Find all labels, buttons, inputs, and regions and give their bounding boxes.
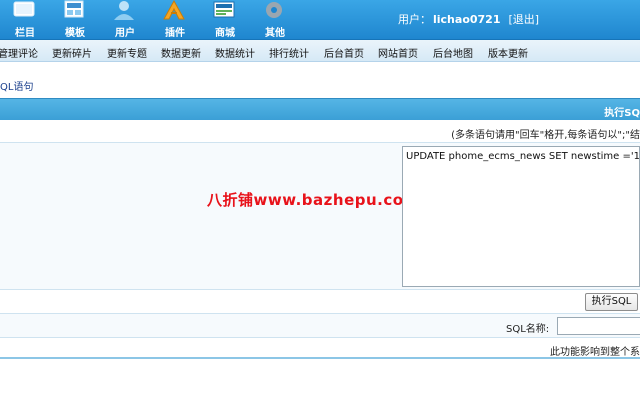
panel-title: 执行SQ <box>604 108 640 119</box>
subnav-item[interactable]: 更新专题 <box>107 45 147 60</box>
nav-shop-button[interactable]: 商城 <box>200 0 250 40</box>
sql-name-input[interactable] <box>557 317 640 335</box>
nav-label: 商城 <box>215 28 235 39</box>
sql-row: 八折铺www.bazhepu.com UPDATE phome_ecms_new… <box>0 143 640 290</box>
subnav-item[interactable]: 后台地图 <box>433 45 473 60</box>
panel-header: 执行SQ <box>0 98 640 120</box>
username: lichao0721 <box>433 13 501 26</box>
execute-sql-button[interactable]: 执行SQL <box>585 293 638 311</box>
sql-name-row: SQL名称: <box>0 314 640 338</box>
nav-label: 用户 <box>115 28 135 39</box>
folder-icon <box>13 1 35 17</box>
user-prefix: 用户： <box>398 13 431 26</box>
logout-link[interactable]: [退出] <box>509 13 540 26</box>
subnav-item[interactable]: 后台首页 <box>324 45 364 60</box>
hint-text: (多条语句请用"回车"格开,每条语句以";"结 <box>451 130 640 141</box>
button-row: 执行SQL <box>0 290 640 314</box>
subnav-item[interactable]: 排行统计 <box>269 45 309 60</box>
nav-label: 模板 <box>65 28 85 39</box>
note-text: 此功能影响到整个系 <box>550 347 640 358</box>
sql-textarea[interactable]: UPDATE phome_ecms_news SET newstime ='15… <box>402 146 640 287</box>
subnav-item[interactable]: 管理评论 <box>0 45 38 60</box>
nav-label: 插件 <box>165 28 185 39</box>
subnav-item[interactable]: 更新碎片 <box>52 45 92 60</box>
top-header: 栏目 模板 用户 插件 商城 其他 用户： lichao0721 [退出] <box>0 0 640 40</box>
plugin-icon <box>163 0 185 20</box>
main-nav: 栏目 模板 用户 插件 商城 其他 <box>0 0 300 40</box>
shop-icon <box>213 1 235 18</box>
sub-nav: 管理评论 更新碎片 更新专题 数据更新 数据统计 排行统计 后台首页 网站首页 … <box>0 40 640 62</box>
hint-row: (多条语句请用"回车"格开,每条语句以";"结 <box>0 120 640 143</box>
gear-icon <box>266 2 282 18</box>
nav-plugin-button[interactable]: 插件 <box>150 0 200 40</box>
breadcrumb[interactable]: QL语句 <box>0 78 33 93</box>
note-row: 此功能影响到整个系 <box>0 338 640 359</box>
nav-label: 栏目 <box>15 28 35 39</box>
nav-column-button[interactable]: 栏目 <box>0 0 50 40</box>
watermark-text: 八折铺www.bazhepu.com <box>207 191 420 209</box>
subnav-item[interactable]: 网站首页 <box>378 45 418 60</box>
sql-name-label: SQL名称: <box>506 324 550 335</box>
user-icon <box>114 1 134 20</box>
subnav-item[interactable]: 数据统计 <box>215 45 255 60</box>
nav-label: 其他 <box>265 28 285 39</box>
subnav-item[interactable]: 版本更新 <box>488 45 528 60</box>
nav-other-button[interactable]: 其他 <box>250 0 300 40</box>
user-info: 用户： lichao0721 [退出] <box>398 11 539 27</box>
template-icon <box>64 0 84 18</box>
nav-template-button[interactable]: 模板 <box>50 0 100 40</box>
subnav-item[interactable]: 数据更新 <box>161 45 201 60</box>
nav-user-button[interactable]: 用户 <box>100 0 150 40</box>
